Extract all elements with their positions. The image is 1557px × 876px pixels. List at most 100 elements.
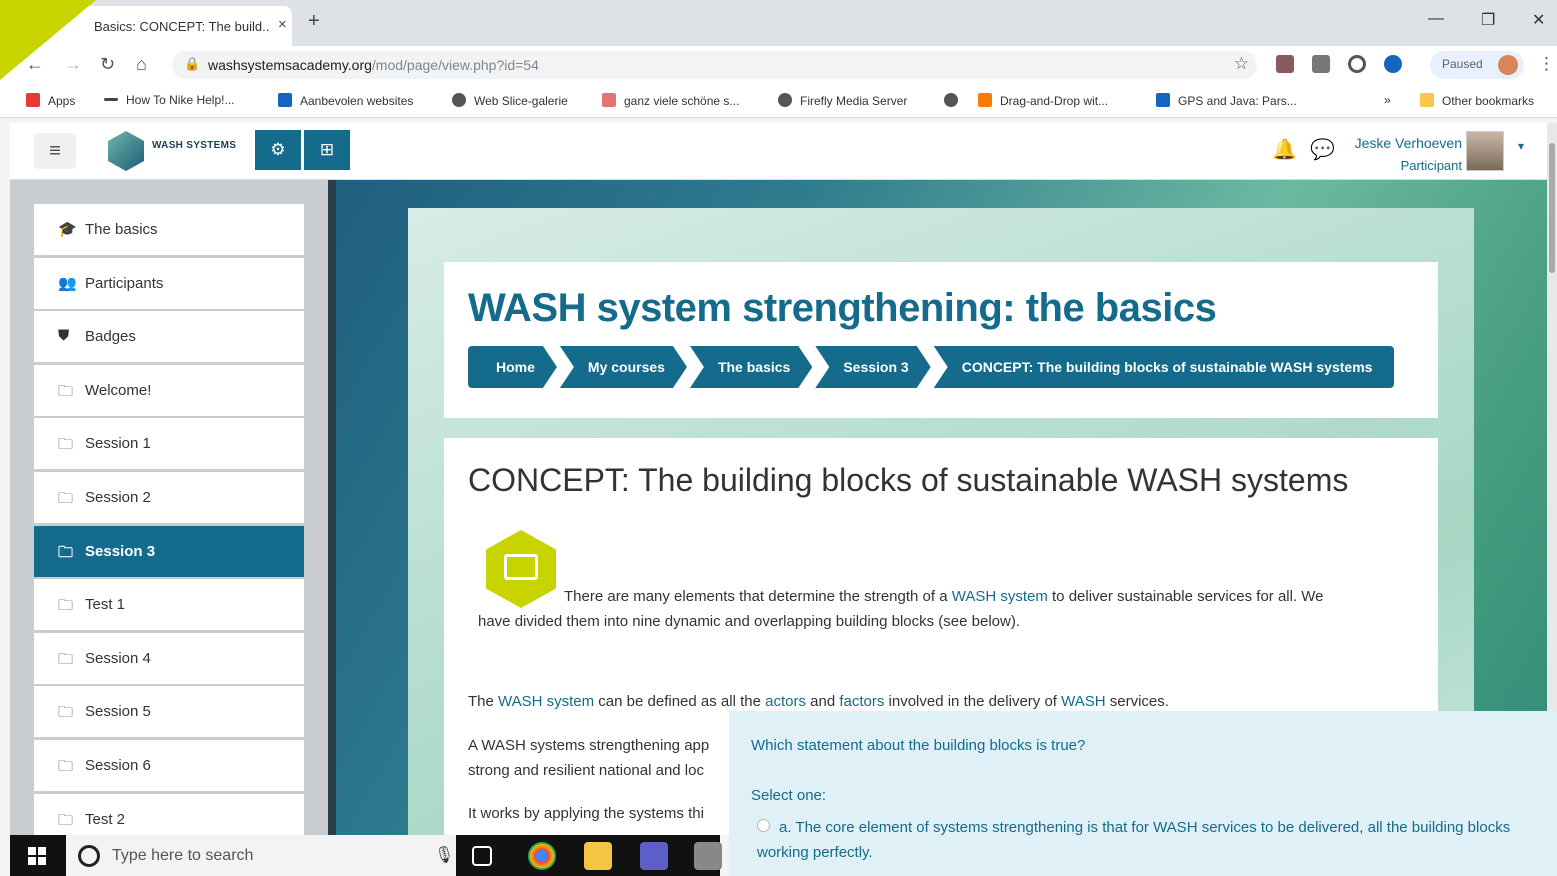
extension-icon[interactable] (1348, 55, 1366, 73)
breadcrumb-current-page[interactable]: CONCEPT: The building blocks of sustaina… (933, 346, 1395, 388)
task-view-icon[interactable] (472, 846, 492, 866)
sidebar-item-session-6[interactable]: 🗀 Session 6 (34, 739, 304, 791)
sidebar-item-test-1[interactable]: 🗀 Test 1 (34, 579, 304, 631)
option-a-label[interactable]: a. The core element of systems strengthe… (757, 815, 1557, 865)
url-text: washsystemsacademy.org/mod/page/view.php… (208, 57, 539, 73)
bookmark-star-icon[interactable]: ☆ (1234, 54, 1249, 74)
sidebar-item-session-4[interactable]: 🗀 Session 4 (34, 632, 304, 684)
user-name[interactable]: Jeske Verhoeven (1342, 135, 1462, 151)
new-tab-button[interactable]: + (308, 10, 320, 33)
folder-icon: 🗀 (58, 597, 74, 615)
messages-icon[interactable]: 💬 (1310, 137, 1335, 162)
home-icon[interactable]: ⌂ (136, 54, 147, 75)
bookmark-item[interactable]: Web Slice-galerie (452, 93, 568, 108)
tab-title: Basics: CONCEPT: The build... (94, 19, 269, 34)
scrollbar-thumb[interactable] (1549, 143, 1555, 273)
wash-system-link[interactable]: WASH system (952, 588, 1048, 605)
profile-avatar (1498, 55, 1518, 75)
page-header-card: WASH system strengthening: the basics Ho… (444, 262, 1438, 418)
site-header: ≡ WASH SYSTEMS ⚙ ⊞ 🔔 💬 Jeske Verhoeven P… (10, 123, 1547, 180)
folder-icon: 🗀 (58, 382, 74, 400)
breadcrumb-the-basics[interactable]: The basics (690, 346, 812, 388)
folder-icon: 🗀 (58, 650, 74, 668)
close-window-icon[interactable]: ✕ (1532, 10, 1545, 30)
breadcrumb: Home My courses The basics Session 3 CON… (468, 346, 1397, 388)
sidebar-item-label: Session 3 (85, 542, 156, 560)
minimize-icon[interactable]: — (1428, 10, 1444, 28)
restore-icon[interactable]: ❐ (1481, 10, 1495, 30)
notifications-icon[interactable]: 🔔 (1272, 137, 1297, 162)
breadcrumb-my-courses[interactable]: My courses (560, 346, 687, 388)
factors-link[interactable]: factors (839, 693, 884, 710)
select-one-label: Select one: (751, 787, 827, 804)
shield-icon: ⛊ (58, 327, 70, 345)
extension-icon[interactable] (1276, 55, 1294, 73)
chevron-down-icon[interactable]: ▾ (1518, 139, 1524, 153)
bookmark-item[interactable]: ganz viele schöne s... (602, 93, 739, 108)
bookmark-globe-icon[interactable] (944, 93, 966, 108)
wash-link[interactable]: WASH (1061, 693, 1105, 710)
sidebar-item-label: Session 5 (85, 703, 151, 721)
taskbar-search[interactable]: Type here to search 🎙 (66, 835, 456, 876)
bookmark-item[interactable]: Firefly Media Server (778, 93, 907, 108)
address-bar[interactable]: 🔒 washsystemsacademy.org/mod/page/view.p… (172, 51, 1257, 79)
bookmark-item[interactable]: GPS and Java: Pars... (1156, 93, 1297, 108)
reload-icon[interactable]: ↻ (100, 54, 115, 75)
book-icon (486, 530, 556, 608)
microphone-icon[interactable]: 🎙 (434, 845, 454, 865)
folder-icon: 🗀 (58, 704, 74, 722)
breadcrumb-home[interactable]: Home (468, 346, 557, 388)
sidebar-item-label: Session 1 (85, 435, 151, 453)
app-icon[interactable] (694, 842, 722, 870)
graduation-cap-icon: 🎓 (58, 221, 77, 238)
sidebar-item-session-1[interactable]: 🗀 Session 1 (34, 418, 304, 470)
sidebar-item-badges[interactable]: ⛊ Badges (34, 311, 304, 363)
browser-menu-icon[interactable]: ⋮ (1538, 54, 1555, 74)
extension-icon[interactable] (1312, 55, 1330, 73)
sidebar-item-session-2[interactable]: 🗀 Session 2 (34, 471, 304, 523)
wash-system-link[interactable]: WASH system (498, 693, 594, 710)
approach-paragraph-line1: A WASH systems strengthening app (468, 737, 710, 754)
folder-icon: 🗀 (58, 543, 74, 561)
folder-icon: 🗀 (58, 436, 74, 454)
actors-link[interactable]: actors (765, 693, 806, 710)
windows-start-icon[interactable] (28, 847, 46, 865)
bookmark-apps[interactable]: Apps (26, 93, 75, 108)
teams-icon[interactable] (640, 842, 668, 870)
sidebar-item-the-basics[interactable]: 🎓 The basics (34, 204, 304, 255)
bookmark-item[interactable]: How To Nike Help!... (104, 93, 235, 107)
option-a-radio[interactable] (757, 819, 770, 832)
sidebar-item-label: Welcome! (85, 381, 152, 399)
settings-button[interactable]: ⚙ (255, 130, 301, 170)
sidebar-item-label: Badges (85, 328, 136, 346)
bookmarks-bar: Apps How To Nike Help!... Aanbevolen web… (0, 84, 1557, 118)
sidebar-item-participants[interactable]: 👥 Participants (34, 257, 304, 309)
bookmarks-overflow[interactable]: » (1384, 93, 1391, 107)
decorative-corner (0, 0, 96, 80)
content-heading: CONCEPT: The building blocks of sustaina… (468, 462, 1349, 498)
extension-icon[interactable] (1384, 55, 1402, 73)
site-logo[interactable] (108, 131, 144, 171)
profile-button[interactable]: Paused (1430, 51, 1524, 79)
sitemap-button[interactable]: ⊞ (304, 130, 350, 170)
chrome-icon[interactable] (528, 842, 556, 870)
breadcrumb-session-3[interactable]: Session 3 (815, 346, 930, 388)
tab-close-icon[interactable]: × (278, 16, 287, 33)
sidebar-nav: 🎓 The basics 👥 Participants ⛊ Badges 🗀 Welcome!… (34, 204, 304, 847)
sidebar-item-welcome[interactable]: 🗀 Welcome! (34, 364, 304, 416)
menu-toggle-button[interactable]: ≡ (34, 133, 76, 169)
lock-icon: 🔒 (184, 56, 201, 71)
sidebar-item-session-5[interactable]: 🗀 Session 5 (34, 686, 304, 738)
sidebar-item-session-3[interactable]: 🗀 Session 3 (34, 525, 304, 577)
bookmark-item[interactable]: Drag-and-Drop wit... (978, 93, 1108, 108)
sidebar-item-label: Session 4 (85, 649, 151, 667)
file-explorer-icon[interactable] (584, 842, 612, 870)
user-avatar[interactable] (1466, 131, 1504, 171)
bookmark-other[interactable]: Other bookmarks (1420, 93, 1534, 108)
sidebar-scrollbar[interactable] (328, 180, 336, 835)
browser-tab-bar: Basics: CONCEPT: The build... × + — ❐ ✕ (0, 0, 1557, 46)
sidebar-item-label: Session 6 (85, 756, 151, 774)
page-title: WASH system strengthening: the basics (468, 286, 1217, 330)
bookmark-item[interactable]: Aanbevolen websites (278, 93, 413, 108)
intro-paragraph-line2: have divided them into nine dynamic and … (478, 613, 1020, 630)
